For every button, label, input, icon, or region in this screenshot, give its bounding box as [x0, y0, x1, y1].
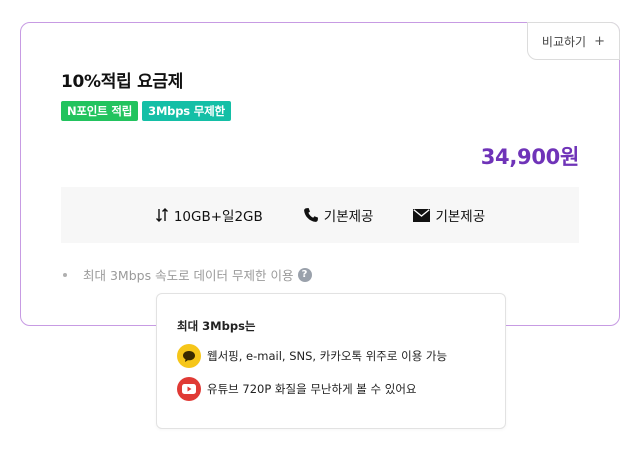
envelope-icon	[413, 208, 431, 222]
spec-voice: 기본제공	[303, 205, 374, 225]
badge-npoint: N포인트 적립	[61, 101, 139, 121]
question-circle-icon[interactable]: ?	[297, 267, 312, 282]
tooltip-title: 최대 3Mbps는	[177, 319, 256, 333]
tooltip-item-youtube: 유튜브 720P 화질을 무난하게 볼 수 있어요	[177, 377, 417, 401]
bullet-dot	[63, 272, 67, 277]
phone-icon	[303, 207, 319, 223]
spec-sms: 기본제공	[413, 205, 485, 225]
spec-voice-label: 기본제공	[323, 209, 374, 225]
compare-button[interactable]: 비교하기 +	[526, 22, 620, 60]
plan-price: 34,900원	[480, 145, 580, 169]
spec-box: 10GB+일2GB 기본제공 기본제공	[61, 187, 579, 243]
spec-data: 10GB+일2GB	[155, 205, 263, 225]
badge-unlimited: 3Mbps 무제한	[142, 101, 231, 121]
compare-button-label: 비교하기	[541, 34, 587, 49]
plan-badges: N포인트 적립 3Mbps 무제한	[61, 101, 231, 121]
speed-tooltip: 최대 3Mbps는 웹서핑, e-mail, SNS, 카카오톡 위주로 이용 …	[156, 293, 506, 429]
data-arrows-icon	[155, 208, 169, 222]
plan-card: 비교하기 + 10%적립 요금제 N포인트 적립 3Mbps 무제한 34,90…	[20, 22, 620, 326]
tooltip-item-web-label: 웹서핑, e-mail, SNS, 카카오톡 위주로 이용 가능	[207, 349, 448, 363]
spec-data-label: 10GB+일2GB	[173, 209, 263, 225]
youtube-play-icon	[177, 377, 201, 401]
chat-bubble-icon	[177, 344, 201, 368]
plus-icon: +	[594, 33, 605, 49]
spec-sms-label: 기본제공	[435, 209, 486, 225]
tooltip-item-youtube-label: 유튜브 720P 화질을 무난하게 볼 수 있어요	[207, 382, 417, 396]
speed-note-text: 최대 3Mbps 속도로 데이터 무제한 이용	[83, 268, 294, 283]
speed-note: 최대 3Mbps 속도로 데이터 무제한 이용 ?	[61, 265, 312, 284]
tooltip-item-web: 웹서핑, e-mail, SNS, 카카오톡 위주로 이용 가능	[177, 344, 447, 368]
plan-title: 10%적립 요금제	[61, 72, 184, 92]
